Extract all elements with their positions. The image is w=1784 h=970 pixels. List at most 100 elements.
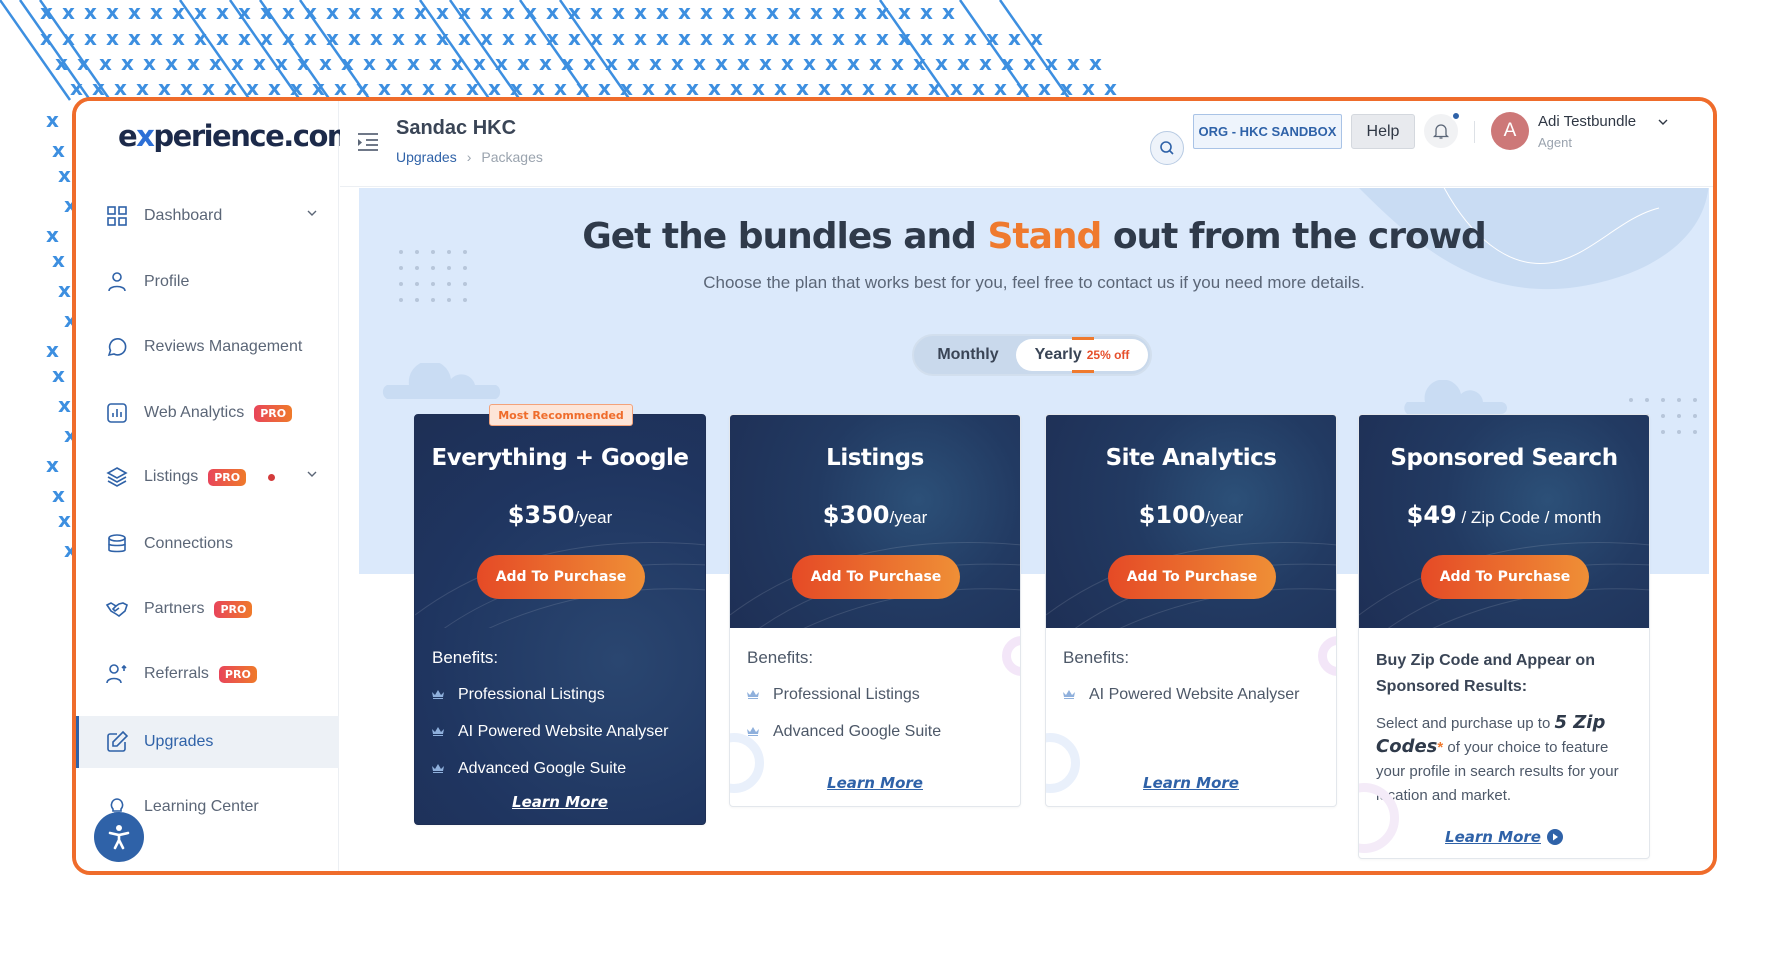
learn-more-link[interactable]: Learn More <box>1445 828 1541 846</box>
accessibility-button[interactable] <box>94 812 144 862</box>
decorative-x-mark: x <box>994 76 1007 100</box>
user-name[interactable]: Adi Testbundle <box>1538 113 1636 130</box>
decorative-x-mark: x <box>128 0 141 24</box>
decorative-x-mark: x <box>121 51 134 75</box>
decorative-x-mark: x <box>788 0 801 24</box>
decorative-x-mark: x <box>847 51 860 75</box>
logo[interactable]: experience.com <box>118 119 357 153</box>
decorative-x-mark: x <box>246 76 259 100</box>
decorative-x-mark: x <box>686 76 699 100</box>
add-to-purchase-button[interactable]: Add To Purchase <box>477 555 645 599</box>
sidebar-item-dashboard[interactable]: Dashboard <box>76 190 339 242</box>
decorative-x-mark: x <box>796 76 809 100</box>
decorative-x-mark: x <box>840 76 853 100</box>
decorative-x-mark: x <box>854 0 867 24</box>
decorative-x-mark: x <box>304 0 317 24</box>
decorative-x-mark: x <box>539 51 552 75</box>
decorative-x-mark: x <box>136 76 149 100</box>
plan-name: Everything + Google <box>431 445 689 471</box>
learn-more-link[interactable]: Learn More <box>1046 774 1336 792</box>
plan-price: $49 / Zip Code / month <box>1359 501 1649 529</box>
decorative-ring <box>1002 636 1020 676</box>
dashboard-grid-icon <box>104 203 130 229</box>
chevron-down-icon[interactable] <box>307 469 317 479</box>
add-to-purchase-button[interactable]: Add To Purchase <box>1108 555 1276 599</box>
sidebar-item-upgrades[interactable]: Upgrades <box>76 716 339 768</box>
decorative-x-mark: x <box>950 76 963 100</box>
decorative-x-mark: x <box>612 26 625 50</box>
decorative-x-mark: x <box>620 76 633 100</box>
org-switcher[interactable]: ORG - HKC SANDBOX <box>1193 114 1342 149</box>
crown-icon <box>1063 690 1075 699</box>
sidebar-item-profile[interactable]: Profile <box>76 256 339 308</box>
decorative-x-mark: x <box>1104 76 1117 100</box>
decorative-x-mark: x <box>341 51 354 75</box>
billing-period-toggle: Monthly Yearly 25% off <box>912 334 1152 376</box>
price-period: /year <box>1205 508 1244 527</box>
avatar[interactable]: A <box>1491 112 1529 150</box>
decorative-x-mark: x <box>414 26 427 50</box>
learn-more-link[interactable]: Learn More <box>730 774 1020 792</box>
toggle-monthly[interactable]: Monthly <box>918 339 1018 371</box>
add-to-purchase-button[interactable]: Add To Purchase <box>1421 555 1589 599</box>
toggle-yearly[interactable]: Yearly 25% off <box>1016 337 1148 373</box>
breadcrumb-packages: Packages <box>481 149 543 165</box>
play-circle-icon[interactable] <box>1546 829 1563 845</box>
benefits-title: Benefits: <box>747 648 814 667</box>
benefit-label: Advanced Google Suite <box>773 722 942 740</box>
sidebar-item-reviews-management[interactable]: Reviews Management <box>76 321 339 373</box>
sidebar-item-partners[interactable]: Partners PRO <box>76 583 339 635</box>
menu-toggle-icon[interactable] <box>356 131 380 153</box>
decorative-x-mark: x <box>216 0 229 24</box>
decorative-x-mark: x <box>52 363 65 387</box>
price-amount: $49 <box>1406 501 1457 529</box>
decorative-x-mark: x <box>407 51 420 75</box>
decorative-x-mark: x <box>458 0 471 24</box>
decorative-bar <box>1072 337 1094 340</box>
decorative-x-mark: x <box>678 0 691 24</box>
bell-icon <box>1432 124 1450 139</box>
decorative-x-mark: x <box>568 26 581 50</box>
toggle-monthly-label: Monthly <box>937 346 999 363</box>
decorative-x-mark: x <box>612 0 625 24</box>
chevron-down-icon[interactable] <box>307 208 317 218</box>
decorative-x-mark: x <box>576 76 589 100</box>
decorative-x-mark: x <box>356 76 369 100</box>
learn-more-link[interactable]: Learn More <box>432 793 688 811</box>
decorative-x-mark: x <box>766 26 779 50</box>
breadcrumb-upgrades[interactable]: Upgrades <box>396 149 457 165</box>
sponsored-description: Select and purchase up to 5 Zip Codes* o… <box>1376 712 1632 808</box>
accessibility-icon <box>108 825 130 850</box>
crown-icon <box>432 764 444 773</box>
decorative-x-mark: x <box>392 26 405 50</box>
decorative-x-mark: x <box>664 76 677 100</box>
sidebar-item-referrals[interactable]: Referrals PRO <box>76 648 339 700</box>
sidebar-item-listings[interactable]: Listings PRO <box>76 451 339 503</box>
benefit-label: AI Powered Website Analyser <box>1089 685 1300 703</box>
add-to-purchase-button[interactable]: Add To Purchase <box>792 555 960 599</box>
decorative-x-mark: x <box>106 26 119 50</box>
plan-name: Sponsored Search <box>1390 445 1618 471</box>
decorative-x-mark: x <box>253 51 266 75</box>
notification-dot <box>1451 111 1461 121</box>
search-button[interactable] <box>1150 131 1184 165</box>
decorative-x-mark: x <box>99 51 112 75</box>
chevron-down-icon[interactable] <box>1658 117 1668 127</box>
decorative-x-mark: x <box>52 483 65 507</box>
decorative-x-mark: x <box>84 0 97 24</box>
notifications-button[interactable] <box>1424 111 1461 148</box>
sponsored-heading: Buy Zip Code and Appear on Sponsored Res… <box>1376 652 1595 695</box>
screenshot-stage: xxxxxxxxxxxxxxxxxxxxxxxxxxxxxxxxxxxxxxxx… <box>0 0 1784 970</box>
plan-name: Listings <box>826 445 924 471</box>
decorative-x-mark: x <box>810 26 823 50</box>
sidebar-item-label: Connections <box>144 535 233 552</box>
decorative-x-mark: x <box>913 51 926 75</box>
sidebar-item-label: Referrals <box>144 665 209 682</box>
decorative-x-mark: x <box>605 51 618 75</box>
sidebar-item-web-analytics[interactable]: Web Analytics PRO <box>76 387 339 439</box>
help-button[interactable]: Help <box>1351 114 1415 149</box>
plan-card-header: Site Analytics $100/year Add To Purchase <box>1046 415 1336 628</box>
decorative-x-mark: x <box>715 51 728 75</box>
decorative-x-mark: x <box>238 0 251 24</box>
sidebar-item-connections[interactable]: Connections <box>76 518 339 570</box>
